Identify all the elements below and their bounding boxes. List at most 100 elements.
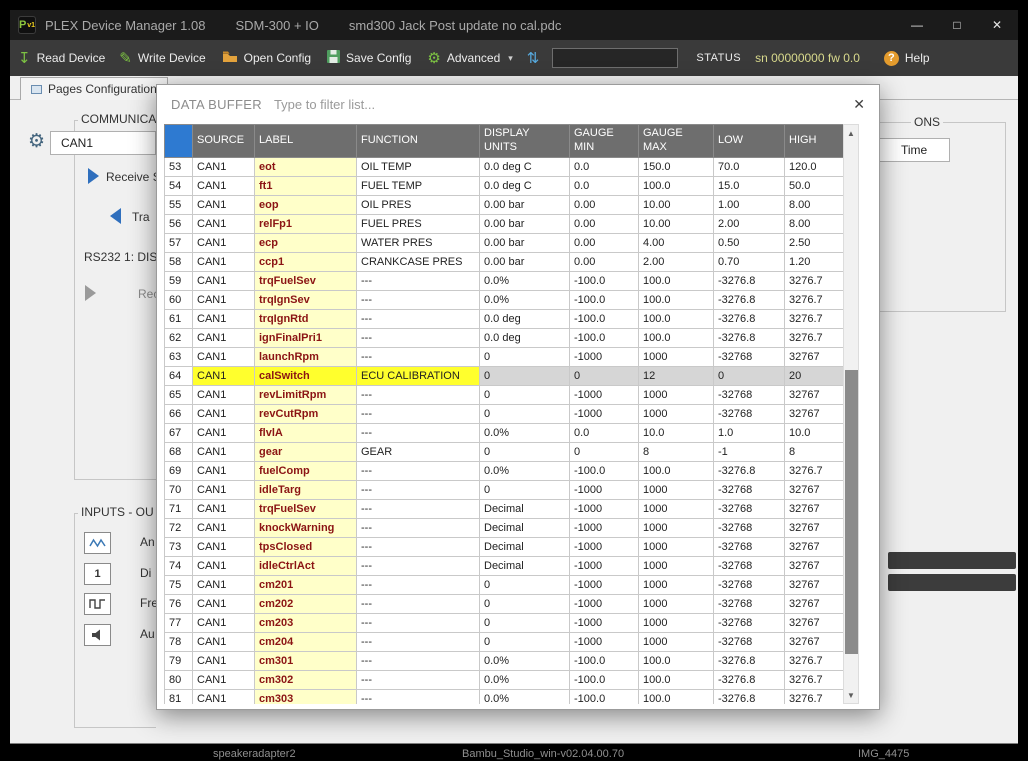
units-cell[interactable]: 0.0 deg	[480, 309, 570, 328]
low-cell[interactable]: -32768	[714, 518, 785, 537]
gauge-max-cell[interactable]: 100.0	[639, 176, 714, 195]
low-cell[interactable]: -3276.8	[714, 328, 785, 347]
function-cell[interactable]: ---	[357, 670, 480, 689]
high-cell[interactable]: 8.00	[785, 214, 844, 233]
digital-inputs-item[interactable]: Di	[140, 566, 151, 580]
source-cell[interactable]: CAN1	[193, 176, 255, 195]
table-row[interactable]: 76CAN1cm202---0-10001000-3276832767	[165, 594, 844, 613]
function-cell[interactable]: ---	[357, 556, 480, 575]
gauge-max-cell[interactable]: 1000	[639, 594, 714, 613]
gauge-min-cell[interactable]: 0.00	[570, 195, 639, 214]
high-cell[interactable]: 120.0	[785, 157, 844, 176]
table-row[interactable]: 69CAN1fuelComp---0.0%-100.0100.0-3276.83…	[165, 461, 844, 480]
close-button[interactable]: ✕	[982, 14, 1012, 36]
units-cell[interactable]: 0	[480, 366, 570, 385]
row-number[interactable]: 67	[165, 423, 193, 442]
row-number[interactable]: 69	[165, 461, 193, 480]
audio-input-icon[interactable]	[84, 624, 111, 646]
row-number[interactable]: 71	[165, 499, 193, 518]
gauge-max-cell[interactable]: 100.0	[639, 309, 714, 328]
gauge-max-cell[interactable]: 100.0	[639, 670, 714, 689]
units-cell[interactable]: 0	[480, 594, 570, 613]
function-cell[interactable]: ---	[357, 347, 480, 366]
advanced-button[interactable]: ⚙ Advanced ▾	[427, 51, 512, 66]
row-number[interactable]: 63	[165, 347, 193, 366]
transmit-play-icon[interactable]	[110, 208, 121, 227]
vertical-scrollbar[interactable]: ▲ ▼	[843, 124, 859, 704]
gauge-min-cell[interactable]: 0.00	[570, 214, 639, 233]
function-cell[interactable]: FUEL PRES	[357, 214, 480, 233]
label-cell[interactable]: trqIgnSev	[255, 290, 357, 309]
function-cell[interactable]: WATER PRES	[357, 233, 480, 252]
high-cell[interactable]: 8	[785, 442, 844, 461]
low-cell[interactable]: -3276.8	[714, 290, 785, 309]
filter-input[interactable]	[274, 97, 594, 112]
gauge-max-cell[interactable]: 1000	[639, 537, 714, 556]
source-cell[interactable]: CAN1	[193, 385, 255, 404]
column-header[interactable]: SOURCE	[193, 125, 255, 158]
rs232-receive-play-icon[interactable]	[85, 285, 96, 304]
label-cell[interactable]: cm302	[255, 670, 357, 689]
low-cell[interactable]: -3276.8	[714, 309, 785, 328]
source-cell[interactable]: CAN1	[193, 328, 255, 347]
units-cell[interactable]: 0.0%	[480, 290, 570, 309]
table-row[interactable]: 79CAN1cm301---0.0%-100.0100.0-3276.83276…	[165, 651, 844, 670]
source-cell[interactable]: CAN1	[193, 195, 255, 214]
function-cell[interactable]: ---	[357, 651, 480, 670]
function-cell[interactable]: ---	[357, 423, 480, 442]
low-cell[interactable]: -32768	[714, 347, 785, 366]
label-cell[interactable]: launchRpm	[255, 347, 357, 366]
gauge-max-cell[interactable]: 1000	[639, 613, 714, 632]
desktop-icon-label-3[interactable]: IMG_4475	[858, 748, 909, 760]
function-cell[interactable]: ---	[357, 689, 480, 704]
table-row[interactable]: 80CAN1cm302---0.0%-100.0100.0-3276.83276…	[165, 670, 844, 689]
function-cell[interactable]: ---	[357, 537, 480, 556]
low-cell[interactable]: 0.70	[714, 252, 785, 271]
low-cell[interactable]: -3276.8	[714, 689, 785, 704]
label-cell[interactable]: trqFuelSev	[255, 271, 357, 290]
function-cell[interactable]: ---	[357, 518, 480, 537]
time-field[interactable]: Time	[876, 138, 950, 162]
label-cell[interactable]: ignFinalPri1	[255, 328, 357, 347]
units-cell[interactable]: 0	[480, 480, 570, 499]
source-cell[interactable]: CAN1	[193, 404, 255, 423]
source-cell[interactable]: CAN1	[193, 518, 255, 537]
units-cell[interactable]: 0.0 deg C	[480, 157, 570, 176]
gauge-min-cell[interactable]: -100.0	[570, 670, 639, 689]
high-cell[interactable]: 3276.7	[785, 689, 844, 704]
gauge-min-cell[interactable]: 0	[570, 442, 639, 461]
row-number[interactable]: 77	[165, 613, 193, 632]
gauge-min-cell[interactable]: -1000	[570, 632, 639, 651]
source-cell[interactable]: CAN1	[193, 632, 255, 651]
label-cell[interactable]: fuelComp	[255, 461, 357, 480]
low-cell[interactable]: 0.50	[714, 233, 785, 252]
table-row[interactable]: 71CAN1trqFuelSev---Decimal-10001000-3276…	[165, 499, 844, 518]
low-cell[interactable]: -32768	[714, 499, 785, 518]
low-cell[interactable]: -32768	[714, 385, 785, 404]
high-cell[interactable]: 32767	[785, 385, 844, 404]
column-header[interactable]: GAUGE MAX	[639, 125, 714, 158]
high-cell[interactable]: 32767	[785, 480, 844, 499]
row-number[interactable]: 74	[165, 556, 193, 575]
row-number[interactable]: 56	[165, 214, 193, 233]
function-cell[interactable]: ---	[357, 290, 480, 309]
source-cell[interactable]: CAN1	[193, 309, 255, 328]
high-cell[interactable]: 32767	[785, 347, 844, 366]
row-number[interactable]: 66	[165, 404, 193, 423]
gauge-max-cell[interactable]: 100.0	[639, 461, 714, 480]
source-cell[interactable]: CAN1	[193, 651, 255, 670]
units-cell[interactable]: 0.0%	[480, 271, 570, 290]
high-cell[interactable]: 3276.7	[785, 328, 844, 347]
units-cell[interactable]: 0.00 bar	[480, 195, 570, 214]
table-row[interactable]: 59CAN1trqFuelSev---0.0%-100.0100.0-3276.…	[165, 271, 844, 290]
high-cell[interactable]: 3276.7	[785, 271, 844, 290]
help-button[interactable]: ? Help	[884, 51, 930, 66]
gauge-max-cell[interactable]: 8	[639, 442, 714, 461]
gauge-min-cell[interactable]: 0.0	[570, 423, 639, 442]
gauge-max-cell[interactable]: 1000	[639, 575, 714, 594]
gauge-max-cell[interactable]: 100.0	[639, 290, 714, 309]
units-cell[interactable]: 0	[480, 575, 570, 594]
gauge-max-cell[interactable]: 1000	[639, 632, 714, 651]
gauge-max-cell[interactable]: 12	[639, 366, 714, 385]
gauge-min-cell[interactable]: -100.0	[570, 651, 639, 670]
